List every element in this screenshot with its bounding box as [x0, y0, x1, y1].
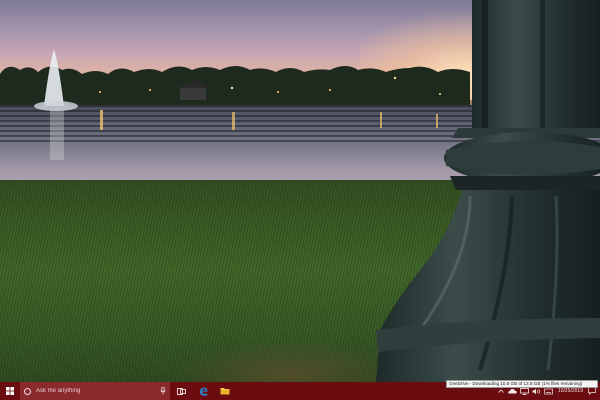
microphone-icon[interactable] — [160, 387, 166, 395]
task-view-button[interactable] — [170, 382, 192, 400]
notification-icon — [588, 387, 596, 395]
task-view-icon — [176, 387, 186, 395]
edge-icon — [199, 387, 207, 396]
windows-logo-icon — [6, 387, 14, 395]
chevron-up-icon — [498, 389, 504, 393]
network-icon — [520, 387, 530, 395]
cortana-search-box[interactable]: Ask me anything — [20, 382, 170, 400]
desktop-wallpaper — [0, 0, 600, 382]
keyboard-icon — [544, 388, 554, 394]
file-explorer-button[interactable] — [214, 382, 236, 400]
cortana-icon — [24, 387, 31, 395]
onedrive-icon — [508, 389, 518, 394]
edge-button[interactable] — [192, 382, 214, 400]
wallpaper-lamp-post — [376, 0, 600, 382]
file-explorer-icon — [220, 388, 230, 395]
speaker-icon — [532, 388, 541, 394]
start-button[interactable] — [0, 382, 20, 400]
clock-date: 10/25/2019 — [557, 388, 583, 394]
onedrive-tooltip: OneDrive - Downloading 10.5 GB of 12.8 G… — [446, 380, 598, 388]
search-placeholder: Ask me anything — [36, 388, 81, 394]
taskbar-clock[interactable]: 10/25/2019 — [555, 388, 586, 394]
